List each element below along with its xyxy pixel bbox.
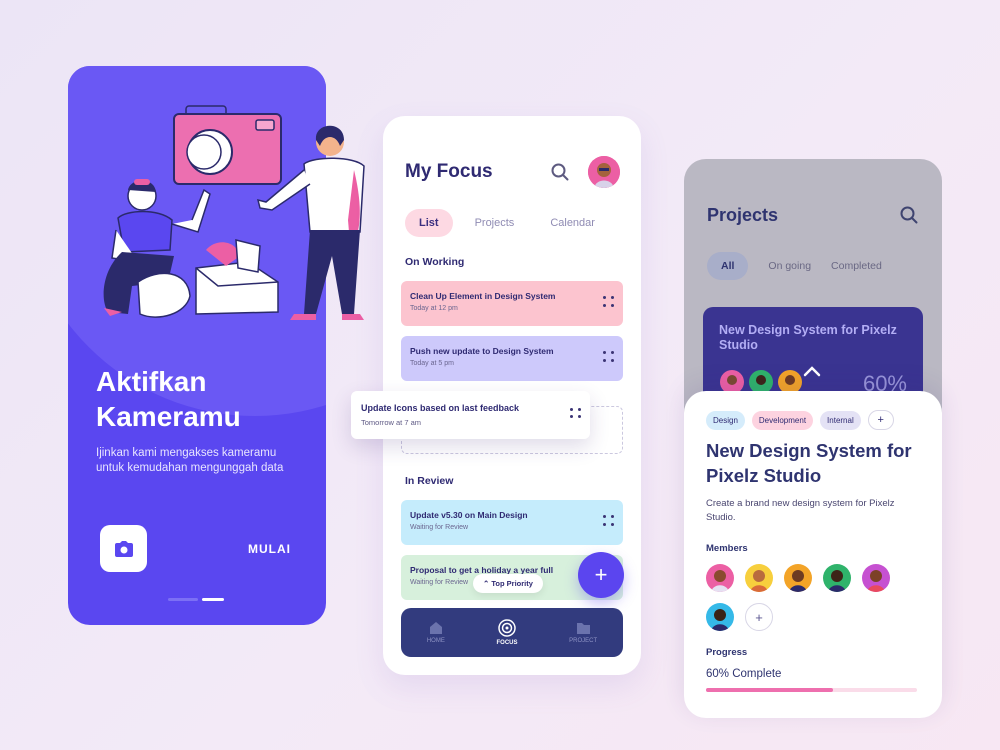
bottom-nav: HOME FOCUS PROJECT [401,608,623,657]
illustration [103,105,365,320]
member-avatar[interactable] [862,564,890,592]
project-title: New Design System for Pixelz Studio [706,440,912,486]
chevron-up-icon: ⌃ [483,579,490,588]
task-card[interactable]: Push new update to Design System Today a… [401,336,623,381]
priority-chip-label: Top Priority [491,579,533,588]
task-time: Today at 5 pm [410,360,454,367]
task-time: Today at 12 pm [410,305,458,312]
tab-projects[interactable]: Projects [461,209,529,237]
search-icon[interactable] [551,163,569,181]
nav-label: FOCUS [496,640,518,646]
progress-bar [706,688,917,692]
focus-icon [498,619,516,637]
folder-icon [576,623,590,634]
task-title: Update Icons based on last feedback [361,403,520,413]
add-task-button[interactable]: + [578,552,624,598]
tag-list: Design Development Internal + [706,410,894,430]
nav-project[interactable]: PROJECT [569,621,597,644]
person-left-illustration [103,179,211,318]
project-title: New Design System for Pixelz Studio [719,323,897,352]
project-description: Create a brand new design system for Pix… [706,498,895,523]
tab-on-going[interactable]: On going [768,260,811,272]
nav-label: HOME [426,638,445,644]
home-icon [429,622,442,634]
member-avatar[interactable] [706,603,734,631]
start-button[interactable]: MULAI [248,542,291,556]
task-time: Waiting for Review [410,524,469,531]
tab-list[interactable]: List [405,209,453,237]
member-avatar[interactable] [745,564,773,592]
onboarding-title: Aktifkan Kameramu [96,366,241,432]
camera-icon [114,540,133,557]
task-title: Push new update to Design System [410,346,554,356]
nav-label: PROJECT [569,638,598,644]
pager-dot-active [202,598,224,601]
projects-tabs: All On going Completed [707,252,882,280]
progress-heading: Progress [706,647,748,658]
tab-calendar[interactable]: Calendar [536,209,609,237]
drag-handle-icon[interactable] [603,351,615,363]
add-tag-button[interactable]: + [867,410,894,430]
task-title: Clean Up Element in Design System [410,291,556,301]
priority-chip[interactable]: ⌃ Top Priority [473,574,543,593]
page-title: My Focus [405,161,493,182]
members-heading: Members [706,543,748,554]
section-title-working: On Working [405,256,465,268]
tag-design[interactable]: Design [706,410,745,430]
avatar[interactable] [588,156,620,188]
box-illustration-icon [195,239,279,315]
progress-text: 60% Complete [706,668,782,680]
task-card[interactable]: Update v5.30 on Main Design Waiting for … [401,500,623,545]
nav-home[interactable]: HOME [427,621,445,644]
member-avatar[interactable] [706,564,734,592]
avatar-portrait-icon [588,156,620,188]
task-time: Tomorrow at 7 am [361,418,422,427]
member-avatar[interactable] [823,564,851,592]
focus-tabs: List Projects Calendar [405,209,609,237]
onboarding-description: Ijinkan kami mengakses kameramu untuk ke… [96,447,284,474]
tab-completed[interactable]: Completed [831,260,882,272]
chevron-up-icon[interactable] [803,365,821,377]
add-member-button[interactable]: + [745,603,773,631]
project-detail-sheet: Design Development Internal + New Design… [684,391,942,718]
member-list: + [706,564,921,631]
section-title-review: In Review [405,475,454,487]
tag-internal[interactable]: Internal [820,410,861,430]
progress-bar-fill [706,688,833,692]
camera-illustration-icon [173,105,282,185]
tag-development[interactable]: Development [751,410,814,430]
pager-dots [168,598,224,601]
drag-handle-icon[interactable] [603,515,615,527]
camera-button[interactable] [100,525,147,572]
page-title: Projects [707,205,779,225]
plus-icon: + [594,562,608,587]
task-card[interactable]: Clean Up Element in Design System Today … [401,281,623,326]
drag-handle-icon[interactable] [603,296,615,308]
member-avatar[interactable] [784,564,812,592]
tab-all[interactable]: All [707,252,749,280]
task-title: Update v5.30 on Main Design [410,510,528,520]
search-icon[interactable] [900,206,918,224]
pager-dot [168,598,198,601]
drag-handle-icon[interactable] [570,408,582,418]
dragging-task-card[interactable]: Update Icons based on last feedback Tomo… [351,391,590,439]
nav-focus[interactable]: FOCUS [496,619,517,646]
